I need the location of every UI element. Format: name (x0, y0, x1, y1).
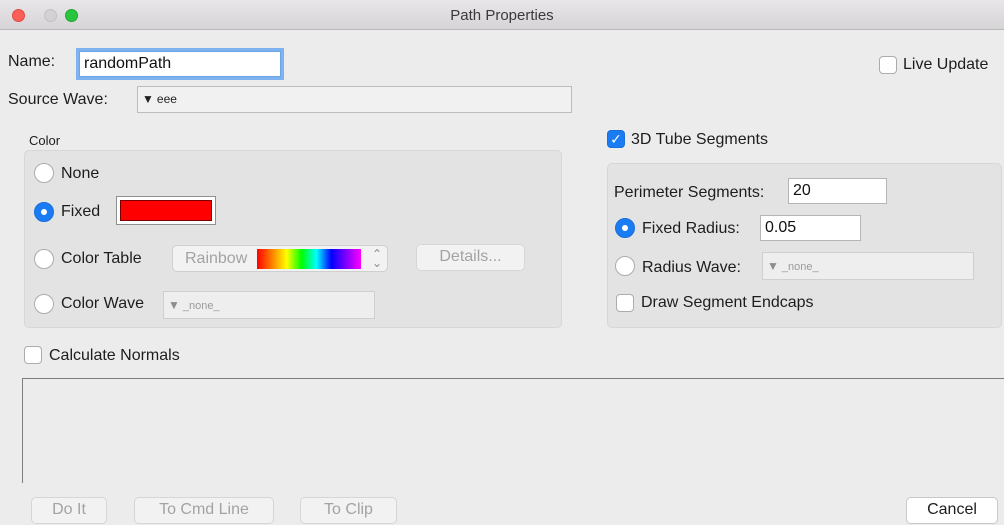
radius-wave-value: _none_ (781, 261, 819, 273)
source-wave-popup[interactable]: ▼ eee (137, 86, 572, 113)
tube-segments-label: 3D Tube Segments (631, 131, 768, 148)
color-wave-value: _none_ (182, 300, 220, 312)
source-wave-label: Source Wave: (8, 91, 108, 108)
popup-arrow-icon: ▼ (767, 259, 779, 273)
to-clip-button[interactable]: To Clip (300, 497, 397, 524)
do-it-button[interactable]: Do It (31, 497, 107, 524)
name-label: Name: (8, 53, 56, 70)
calculate-normals-checkbox[interactable] (24, 346, 42, 364)
color-group-title: Color (29, 133, 61, 148)
perimeter-segments-label: Perimeter Segments: (614, 184, 765, 201)
to-cmd-line-button[interactable]: To Cmd Line (134, 497, 274, 524)
rainbow-gradient (257, 249, 361, 269)
fixed-radius-label: Fixed Radius: (642, 220, 740, 237)
window-title: Path Properties (450, 7, 554, 24)
color-none-radio[interactable] (34, 163, 54, 183)
command-text-area[interactable] (22, 378, 1004, 483)
radius-wave-label: Radius Wave: (642, 259, 741, 276)
color-wave-popup[interactable]: ▼ _none_ (163, 291, 375, 319)
name-input[interactable]: randomPath (79, 51, 281, 77)
tube-segments-checkbox[interactable]: ✓ (607, 130, 625, 148)
source-wave-value: eee (156, 92, 177, 106)
color-fixed-label: Fixed (61, 203, 101, 220)
radius-wave-popup[interactable]: ▼ _none_ (762, 252, 974, 280)
details-button[interactable]: Details... (416, 244, 525, 271)
color-table-popup[interactable]: Rainbow ⌃ ⌄ (172, 245, 388, 272)
color-table-radio[interactable] (34, 249, 54, 269)
popup-down-chevron-icon: ⌄ (372, 256, 383, 270)
draw-endcaps-checkbox[interactable] (616, 294, 634, 312)
radius-wave-radio[interactable] (615, 256, 635, 276)
live-update-checkbox[interactable] (879, 56, 897, 74)
popup-arrow-icon: ▼ (142, 92, 154, 106)
fixed-radius-input[interactable]: 0.05 (760, 215, 861, 241)
color-wave-radio[interactable] (34, 294, 54, 314)
fixed-color-fill (120, 200, 212, 221)
calculate-normals-label: Calculate Normals (49, 347, 180, 364)
fixed-color-swatch[interactable] (116, 196, 216, 225)
title-bar: Path Properties (0, 0, 1004, 30)
live-update-label: Live Update (903, 56, 989, 73)
draw-endcaps-label: Draw Segment Endcaps (641, 294, 814, 311)
color-fixed-radio[interactable] (34, 202, 54, 222)
color-table-value: Rainbow (185, 250, 248, 267)
color-table-label: Color Table (61, 250, 142, 267)
color-wave-label: Color Wave (61, 295, 144, 312)
color-none-label: None (61, 165, 100, 182)
fixed-radius-radio[interactable] (615, 218, 635, 238)
perimeter-segments-input[interactable]: 20 (788, 178, 887, 204)
popup-arrow-icon: ▼ (168, 298, 180, 312)
cancel-button[interactable]: Cancel (906, 497, 998, 524)
